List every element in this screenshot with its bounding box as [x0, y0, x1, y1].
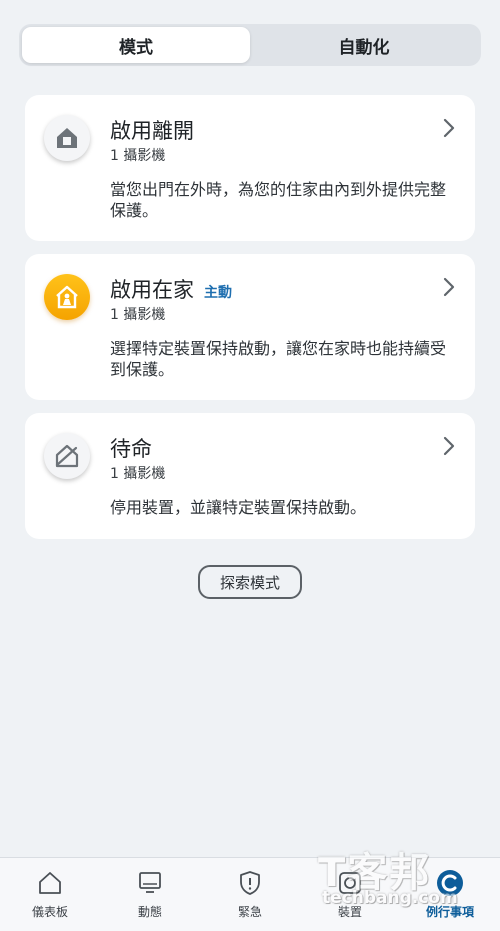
chevron-right-icon — [443, 277, 455, 297]
camera-count: 1 攝影機 — [110, 466, 166, 482]
bottom-nav: 儀表板 動態 緊急 裝置 例行事項 — [0, 857, 500, 931]
home-stay-icon — [44, 274, 90, 320]
mode-title: 啟用離開 — [110, 119, 194, 143]
nav-emergency[interactable]: 緊急 — [200, 858, 300, 931]
mode-card-standby[interactable]: 待命 1 攝影機 停用裝置，並讓特定裝置保持啟動。 — [25, 413, 475, 539]
mode-title: 待命 — [110, 437, 152, 461]
active-badge: 主動 — [204, 285, 232, 301]
nav-devices[interactable]: 裝置 — [300, 858, 400, 931]
chevron-right-icon — [443, 118, 455, 138]
home-away-icon — [44, 115, 90, 161]
tab-modes[interactable]: 模式 — [22, 27, 250, 63]
nav-dashboard[interactable]: 儀表板 — [0, 858, 100, 931]
mode-description: 當您出門在外時，為您的住家由內到外提供完整保護。 — [110, 180, 447, 220]
routine-icon — [436, 869, 464, 897]
mode-card-home[interactable]: 啟用在家 主動 1 攝影機 選擇特定裝置保持啟動，讓您在家時也能持續受到保護。 — [25, 254, 475, 400]
mode-card-away[interactable]: 啟用離開 1 攝影機 當您出門在外時，為您的住家由內到外提供完整保護。 — [25, 95, 475, 241]
nav-activity[interactable]: 動態 — [100, 858, 200, 931]
nav-label: 動態 — [137, 905, 162, 919]
nav-label: 儀表板 — [31, 905, 68, 919]
chevron-right-icon — [443, 436, 455, 456]
standby-icon — [44, 433, 90, 479]
mode-automation-switch: 模式 自動化 — [19, 24, 481, 66]
camera-count: 1 攝影機 — [110, 148, 166, 164]
nav-label: 裝置 — [337, 905, 362, 919]
nav-label: 緊急 — [237, 905, 262, 919]
camera-device-icon — [336, 869, 364, 897]
mode-description: 停用裝置，並讓特定裝置保持啟動。 — [110, 498, 367, 517]
shield-alert-icon — [236, 869, 264, 897]
camera-count: 1 攝影機 — [110, 307, 166, 323]
mode-description: 選擇特定裝置保持啟動，讓您在家時也能持續受到保護。 — [110, 339, 447, 379]
explore-modes-button[interactable]: 探索模式 — [198, 565, 302, 599]
nav-routines[interactable]: 例行事項 — [400, 858, 500, 931]
tab-automation[interactable]: 自動化 — [250, 27, 478, 63]
monitor-icon — [136, 869, 164, 897]
mode-title: 啟用在家 — [110, 278, 194, 302]
nav-label: 例行事項 — [425, 905, 474, 919]
home-icon — [36, 869, 64, 897]
